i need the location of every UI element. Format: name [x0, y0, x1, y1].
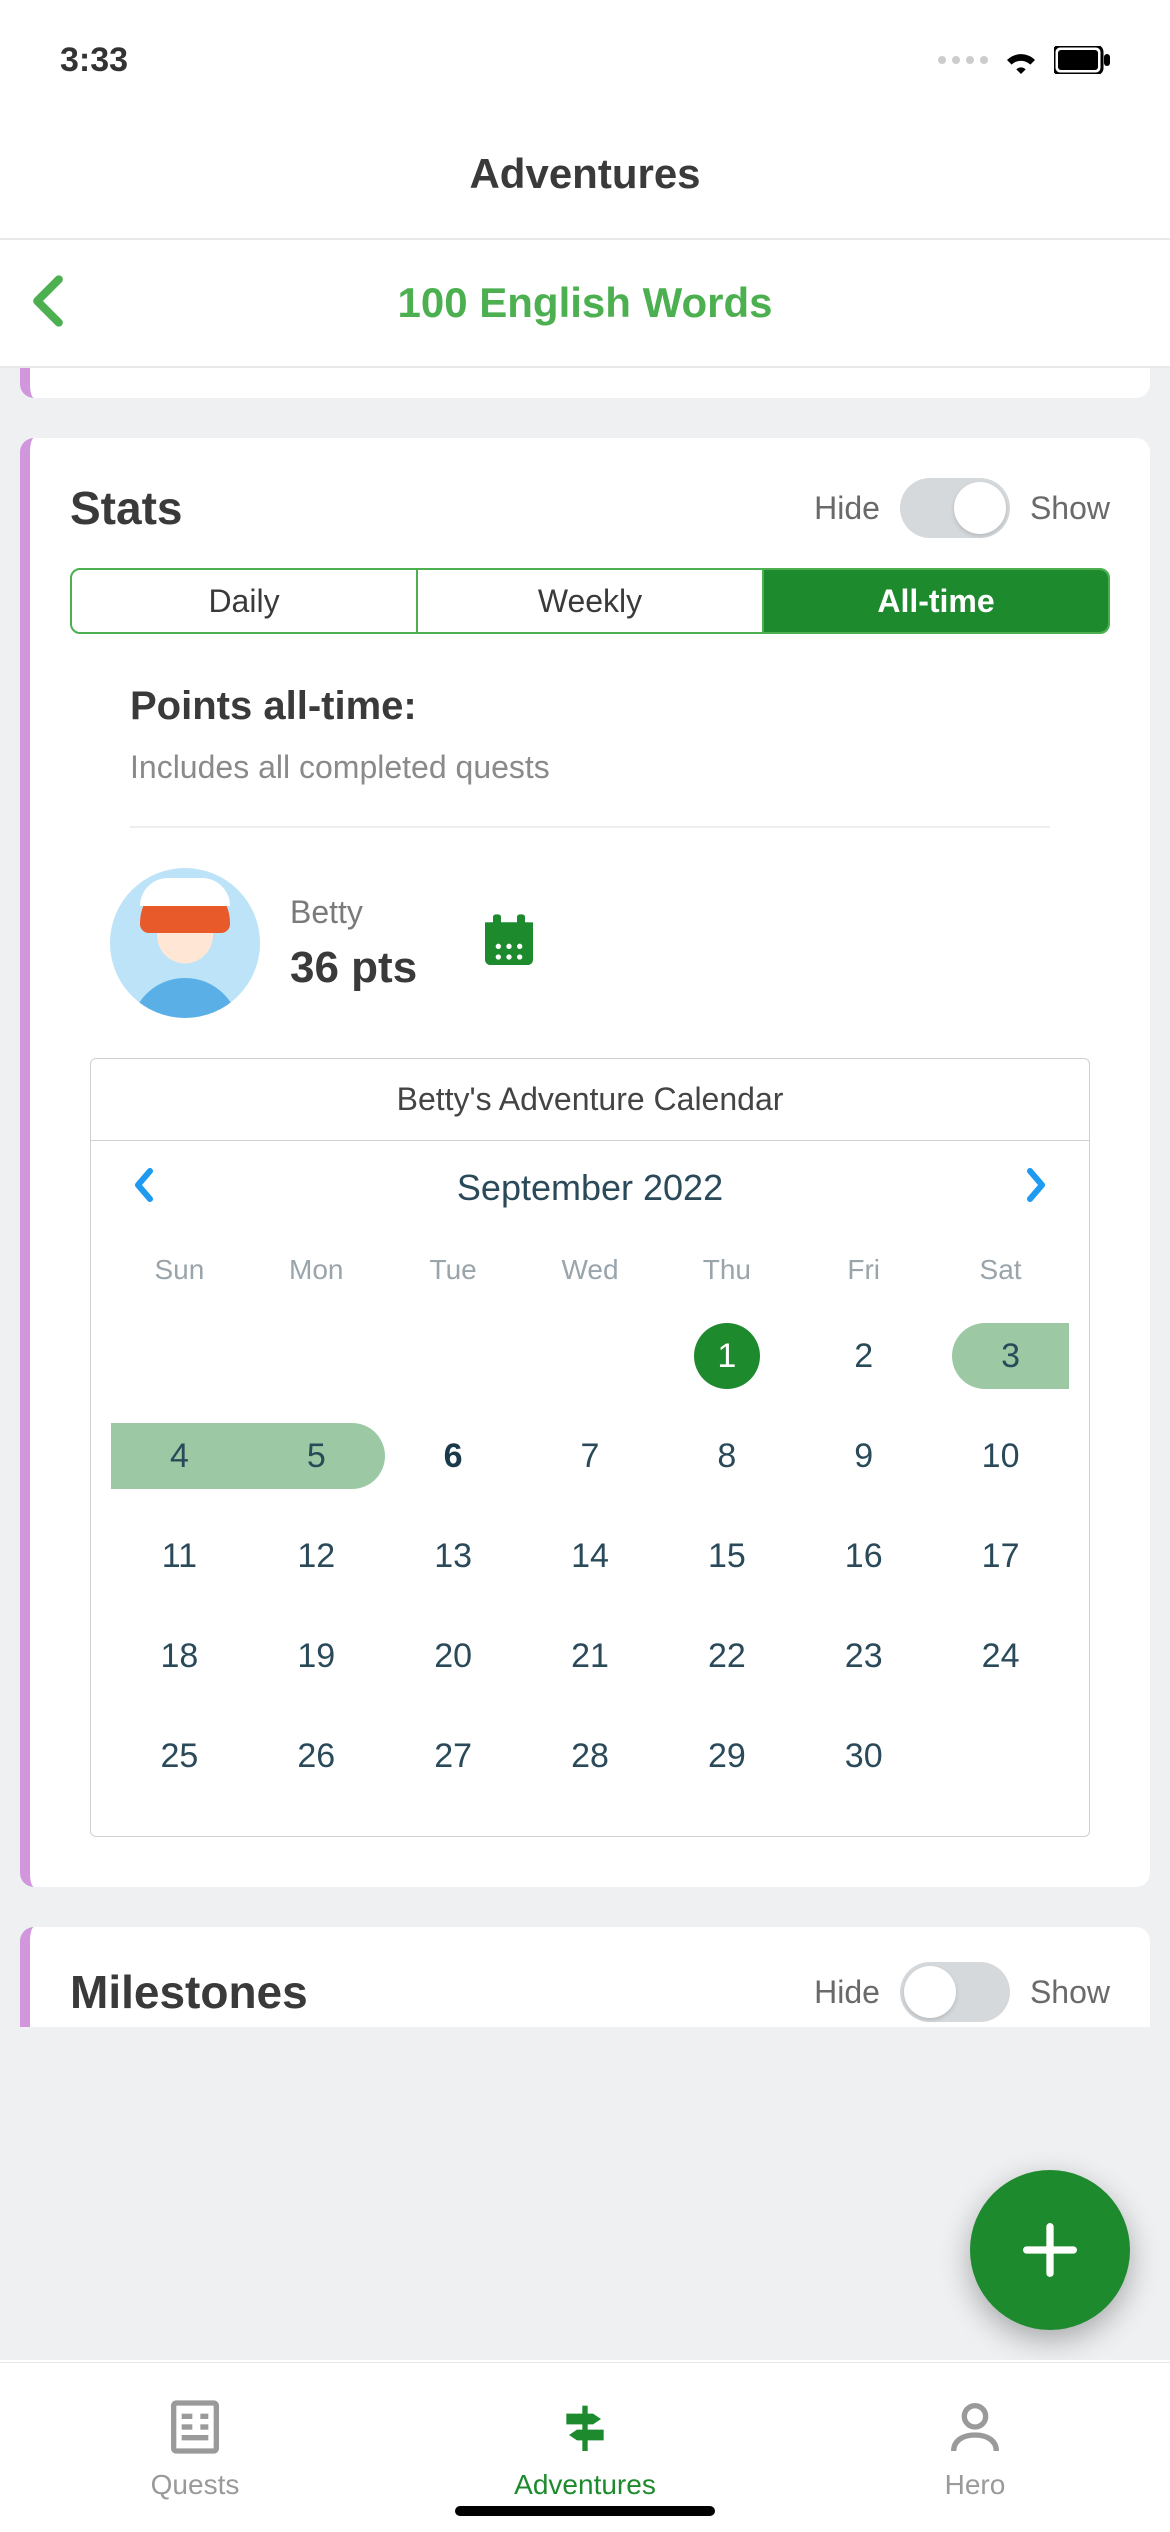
tab-hero-label: Hero	[945, 2469, 1006, 2501]
calendar-dow: Sun	[111, 1234, 248, 1306]
segment-daily[interactable]: Daily	[72, 570, 418, 632]
status-time: 3:33	[60, 41, 128, 80]
milestones-visibility-toggle[interactable]	[900, 1962, 1010, 2022]
battery-icon	[1054, 46, 1110, 74]
calendar-day[interactable]: 11	[111, 1506, 248, 1606]
calendar-day[interactable]: 10	[932, 1406, 1069, 1506]
back-button[interactable]	[30, 274, 66, 333]
calendar-dow: Wed	[522, 1234, 659, 1306]
segment-weekly[interactable]: Weekly	[418, 570, 764, 632]
points-subtitle: Includes all completed quests	[130, 749, 1050, 786]
calendar-grid: SunMonTueWedThuFriSat1234567891011121314…	[91, 1234, 1089, 1836]
calendar-day[interactable]: 27	[385, 1706, 522, 1806]
calendar-day[interactable]: 12	[248, 1506, 385, 1606]
scroll-area[interactable]: Stats Hide Show Daily Weekly All-time Po…	[0, 368, 1170, 2360]
user-points: 36 pts	[290, 943, 417, 993]
adventures-icon	[553, 2395, 617, 2459]
home-indicator[interactable]	[455, 2506, 715, 2516]
calendar-day	[248, 1306, 385, 1406]
add-fab[interactable]	[970, 2170, 1130, 2330]
calendar-day[interactable]: 18	[111, 1606, 248, 1706]
calendar-day[interactable]: 13	[385, 1506, 522, 1606]
calendar-day[interactable]: 5	[248, 1406, 385, 1506]
wifi-icon	[1002, 46, 1040, 74]
calendar-prev[interactable]	[131, 1165, 157, 1210]
calendar: Betty's Adventure Calendar September 202…	[90, 1058, 1090, 1837]
calendar-day[interactable]: 29	[658, 1706, 795, 1806]
calendar-icon[interactable]	[477, 909, 541, 978]
status-bar: 3:33	[0, 0, 1170, 120]
show-label: Show	[1030, 1974, 1110, 2011]
stats-visibility-toggle[interactable]	[900, 478, 1010, 538]
calendar-day[interactable]: 22	[658, 1606, 795, 1706]
calendar-day[interactable]: 3	[932, 1306, 1069, 1406]
calendar-day[interactable]: 28	[522, 1706, 659, 1806]
calendar-day[interactable]: 17	[932, 1506, 1069, 1606]
calendar-day[interactable]: 2	[795, 1306, 932, 1406]
calendar-day[interactable]: 6	[385, 1406, 522, 1506]
status-right	[938, 46, 1110, 74]
calendar-dow: Mon	[248, 1234, 385, 1306]
divider	[130, 826, 1050, 828]
milestones-visibility-toggle-group: Hide Show	[814, 1962, 1110, 2022]
milestones-card: Milestones Hide Show	[20, 1927, 1150, 2027]
calendar-day[interactable]: 15	[658, 1506, 795, 1606]
calendar-day[interactable]: 24	[932, 1606, 1069, 1706]
calendar-day[interactable]: 8	[658, 1406, 795, 1506]
subheader: 100 English Words	[0, 238, 1170, 368]
adventure-title: 100 English Words	[0, 279, 1170, 327]
cellular-dots-icon	[938, 56, 988, 64]
calendar-day[interactable]: 26	[248, 1706, 385, 1806]
calendar-day[interactable]: 25	[111, 1706, 248, 1806]
points-title: Points all-time:	[130, 684, 1050, 729]
calendar-next[interactable]	[1023, 1165, 1049, 1210]
calendar-day[interactable]: 1	[658, 1306, 795, 1406]
calendar-day[interactable]: 16	[795, 1506, 932, 1606]
quests-icon	[163, 2395, 227, 2459]
user-row: Betty 36 pts	[70, 868, 1110, 1058]
calendar-day[interactable]: 14	[522, 1506, 659, 1606]
calendar-day[interactable]: 21	[522, 1606, 659, 1706]
page-title: Adventures	[0, 120, 1170, 238]
calendar-day[interactable]: 30	[795, 1706, 932, 1806]
stats-period-segment: Daily Weekly All-time	[70, 568, 1110, 634]
segment-alltime[interactable]: All-time	[764, 570, 1108, 632]
hide-label: Hide	[814, 490, 880, 527]
calendar-dow: Tue	[385, 1234, 522, 1306]
show-label: Show	[1030, 490, 1110, 527]
calendar-day	[522, 1306, 659, 1406]
calendar-month: September 2022	[457, 1167, 723, 1209]
stats-card: Stats Hide Show Daily Weekly All-time Po…	[20, 438, 1150, 1887]
hide-label: Hide	[814, 1974, 880, 2011]
stats-title: Stats	[70, 481, 182, 535]
calendar-day[interactable]: 7	[522, 1406, 659, 1506]
milestones-title: Milestones	[70, 1965, 308, 2019]
tab-hero[interactable]: Hero	[780, 2363, 1170, 2532]
previous-card-stub	[20, 368, 1150, 398]
tab-quests-label: Quests	[151, 2469, 240, 2501]
stats-visibility-toggle-group: Hide Show	[814, 478, 1110, 538]
user-name: Betty	[290, 894, 417, 931]
calendar-dow: Sat	[932, 1234, 1069, 1306]
calendar-title: Betty's Adventure Calendar	[91, 1059, 1089, 1141]
avatar[interactable]	[110, 868, 260, 1018]
calendar-dow: Fri	[795, 1234, 932, 1306]
calendar-day[interactable]: 20	[385, 1606, 522, 1706]
calendar-day[interactable]: 9	[795, 1406, 932, 1506]
calendar-day	[111, 1306, 248, 1406]
calendar-dow: Thu	[658, 1234, 795, 1306]
tab-quests[interactable]: Quests	[0, 2363, 390, 2532]
calendar-day[interactable]: 23	[795, 1606, 932, 1706]
calendar-day[interactable]: 4	[111, 1406, 248, 1506]
tab-adventures-label: Adventures	[514, 2469, 656, 2501]
calendar-day	[932, 1706, 1069, 1806]
hero-icon	[943, 2395, 1007, 2459]
calendar-day[interactable]: 19	[248, 1606, 385, 1706]
calendar-day	[385, 1306, 522, 1406]
